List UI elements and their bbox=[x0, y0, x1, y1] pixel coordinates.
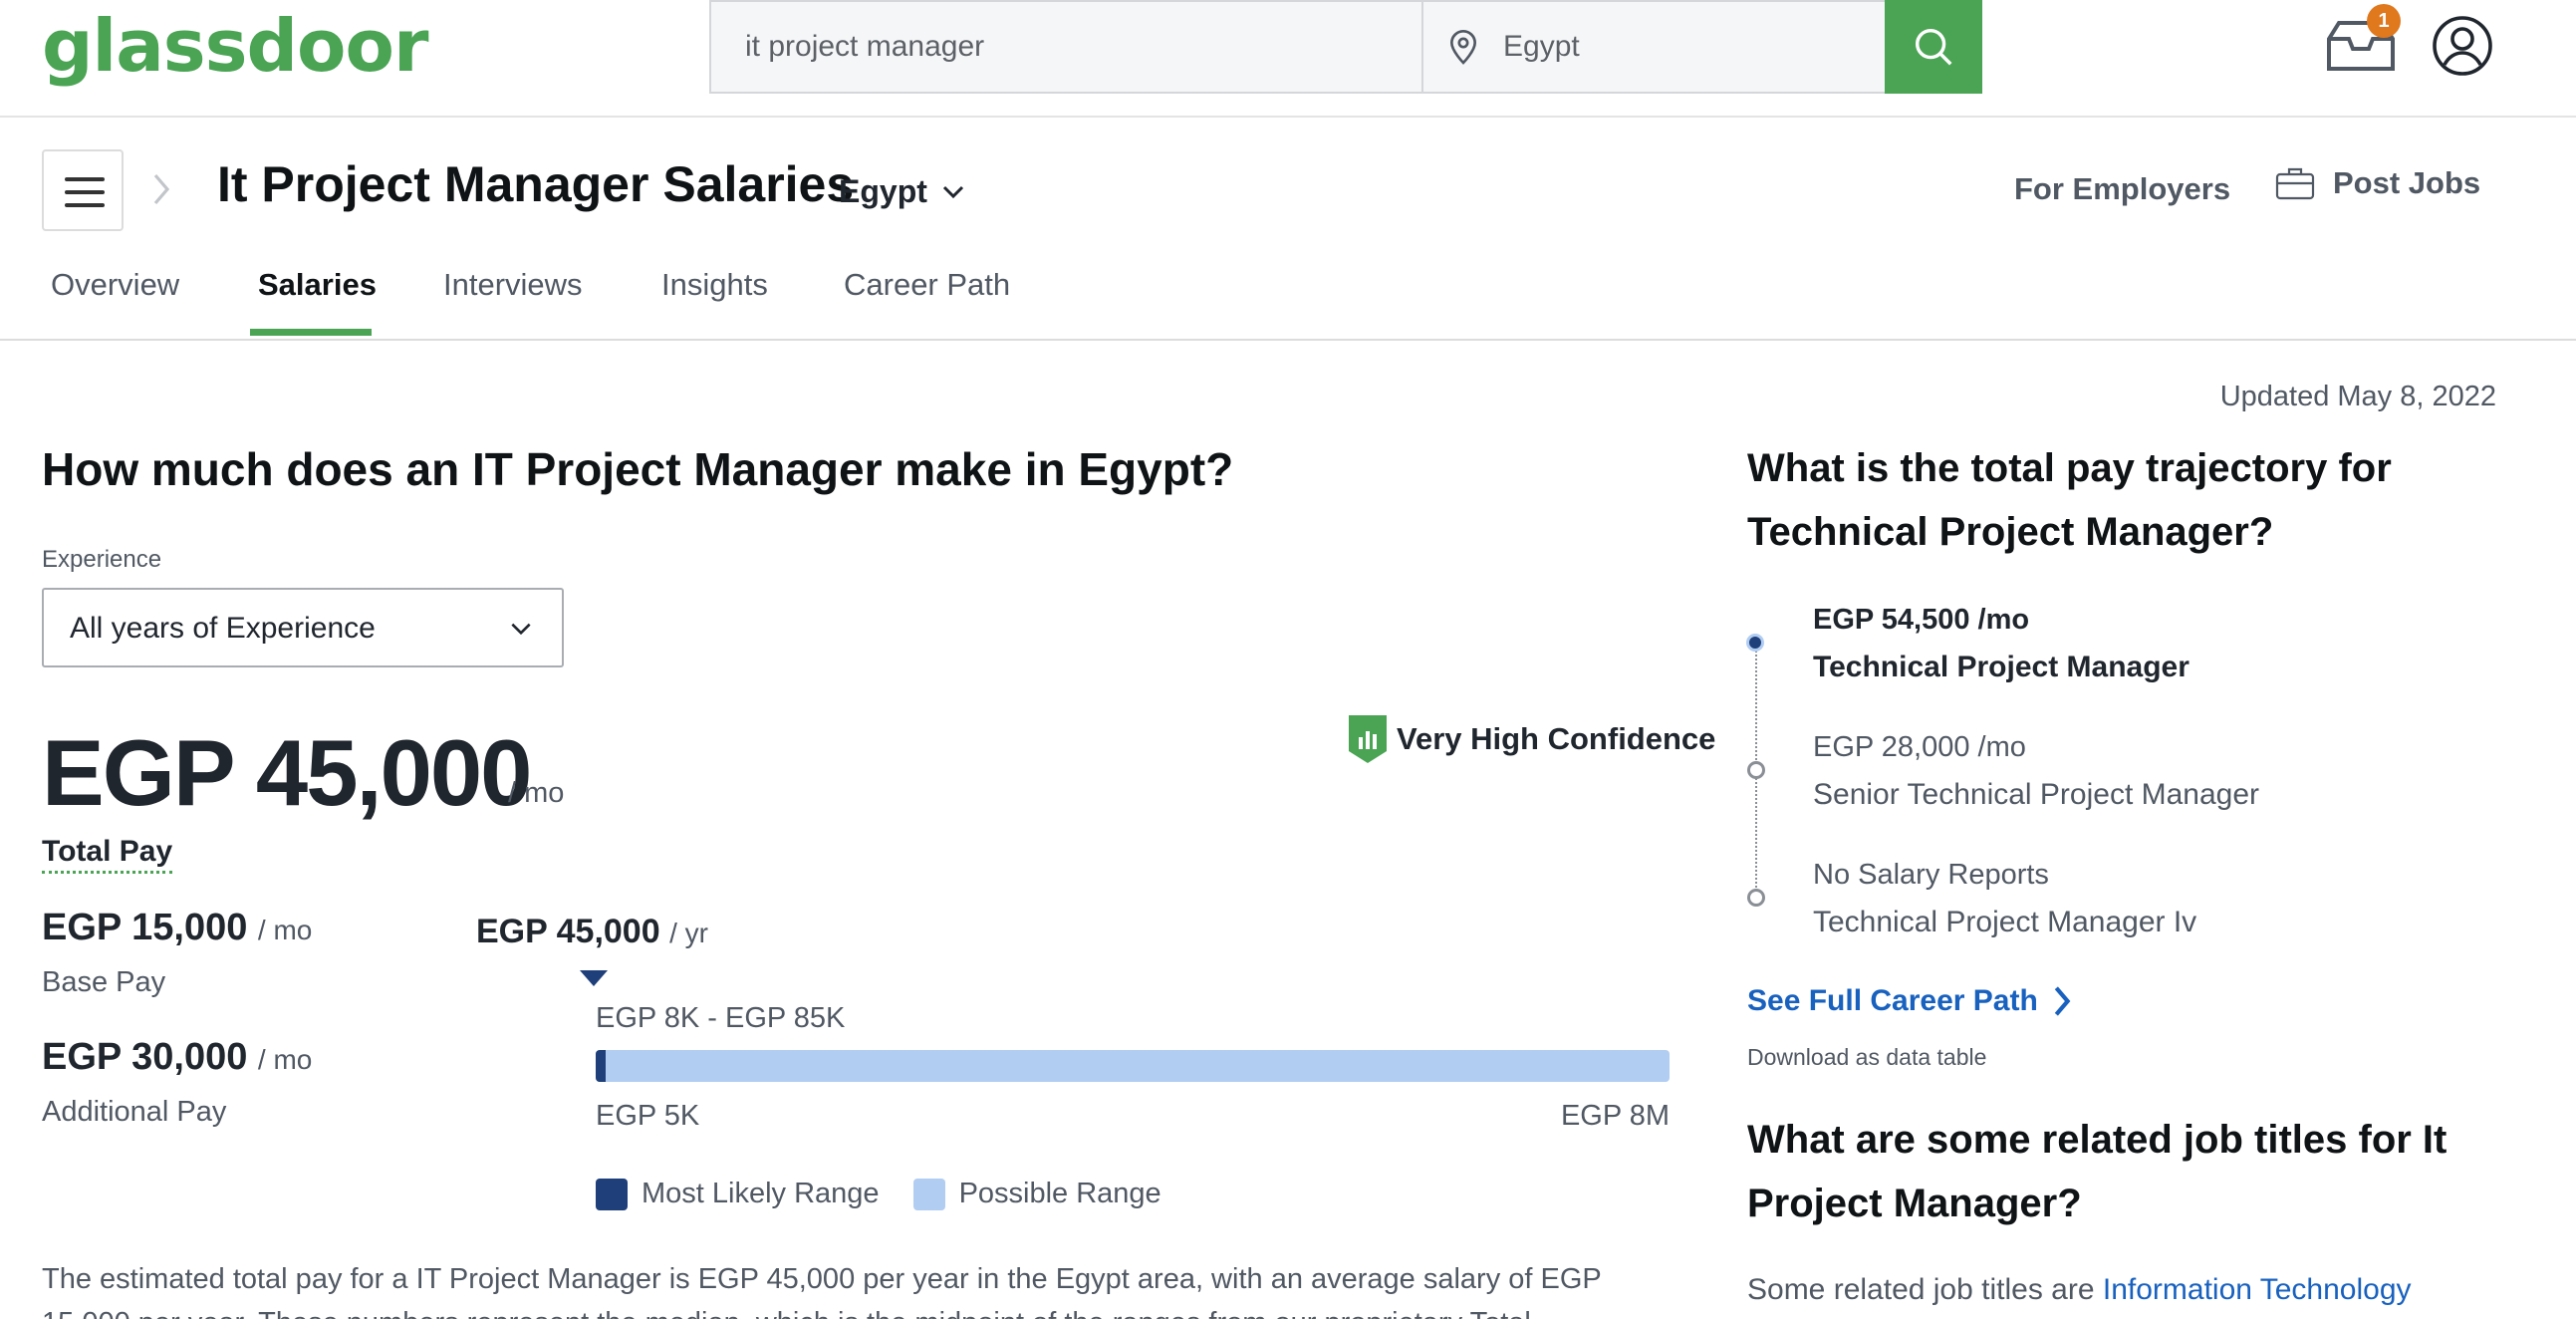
legend-label-most-likely: Most Likely Range bbox=[642, 1178, 880, 1209]
hamburger-menu-button[interactable] bbox=[42, 149, 124, 231]
see-full-career-path-label: See Full Career Path bbox=[1747, 984, 2038, 1017]
trajectory-step-pay: EGP 28,000 /mo bbox=[1813, 731, 2026, 763]
range-legend: Most Likely Range Possible Range bbox=[596, 1178, 1161, 1210]
pay-trajectory-heading: What is the total pay trajectory for Tec… bbox=[1747, 446, 2392, 554]
experience-label: Experience bbox=[42, 546, 162, 573]
likely-range-label: EGP 8K - EGP 85K bbox=[596, 1002, 846, 1034]
additional-pay-value: EGP 30,000 bbox=[42, 1036, 248, 1078]
active-tab-indicator bbox=[250, 329, 372, 336]
median-marker bbox=[580, 970, 608, 986]
tab-overview[interactable]: Overview bbox=[51, 267, 179, 303]
download-data-table-link[interactable]: Download as data table bbox=[1747, 1044, 1986, 1071]
trajectory-dot bbox=[1747, 761, 1765, 779]
median-pay-unit: / yr bbox=[669, 918, 708, 948]
tab-interviews[interactable]: Interviews bbox=[443, 267, 583, 303]
trajectory-dot-current bbox=[1746, 634, 1764, 652]
legend-swatch-possible bbox=[912, 1178, 945, 1210]
top-navigation-bar: glassdoor 1 bbox=[0, 0, 2576, 118]
location-search-input[interactable] bbox=[1503, 2, 1882, 92]
chevron-right-icon bbox=[153, 173, 170, 205]
tab-insights[interactable]: Insights bbox=[661, 267, 768, 303]
trajectory-step-title: Technical Project Manager bbox=[1813, 651, 2190, 683]
chevron-down-icon bbox=[942, 185, 963, 198]
trajectory-dot bbox=[1747, 889, 1765, 907]
confidence-indicator: Very High Confidence bbox=[1347, 713, 1715, 765]
related-titles-heading: What are some related job titles for It … bbox=[1747, 1118, 2447, 1225]
location-search-box[interactable] bbox=[1422, 0, 1897, 94]
additional-pay-unit: / mo bbox=[257, 1044, 313, 1075]
base-pay-unit: / mo bbox=[257, 915, 313, 945]
search-icon bbox=[1915, 28, 1952, 66]
additional-pay-label: Additional Pay bbox=[42, 1096, 227, 1128]
notification-badge: 1 bbox=[2367, 4, 2401, 38]
salary-description: The estimated total pay for a IT Project… bbox=[42, 1263, 1602, 1319]
location-selector-label: Egypt bbox=[839, 173, 927, 209]
range-axis-min: EGP 5K bbox=[596, 1100, 700, 1132]
page-title: It Project Manager Salaries bbox=[217, 156, 855, 212]
keyword-search-input[interactable] bbox=[711, 2, 1421, 92]
chevron-right-icon bbox=[2054, 986, 2071, 1016]
total-pay-label[interactable]: Total Pay bbox=[42, 835, 173, 874]
keyword-search-box[interactable] bbox=[709, 0, 1422, 94]
confidence-shield-icon bbox=[1349, 715, 1387, 763]
confidence-label: Very High Confidence bbox=[1397, 721, 1716, 756]
legend-label-possible: Possible Range bbox=[958, 1178, 1161, 1209]
base-pay-amount: EGP 15,000 / mo bbox=[42, 907, 312, 949]
briefcase-icon bbox=[2275, 167, 2315, 200]
base-pay-value: EGP 15,000 bbox=[42, 907, 248, 948]
for-employers-link[interactable]: For Employers bbox=[2014, 171, 2230, 207]
experience-dropdown-value: All years of Experience bbox=[70, 612, 376, 645]
trajectory-step-title[interactable]: Technical Project Manager Iv bbox=[1813, 906, 2196, 939]
median-pay-value: EGP 45,000 bbox=[476, 913, 660, 950]
experience-dropdown[interactable]: All years of Experience bbox=[42, 588, 564, 667]
see-full-career-path-link[interactable]: See Full Career Path bbox=[1747, 984, 2072, 1018]
trajectory-step-pay: No Salary Reports bbox=[1813, 859, 2049, 891]
salary-question-heading: How much does an IT Project Manager make… bbox=[42, 443, 1234, 495]
legend-swatch-most-likely bbox=[596, 1178, 628, 1210]
post-jobs-label: Post Jobs bbox=[2333, 165, 2481, 200]
additional-pay-amount: EGP 30,000 / mo bbox=[42, 1036, 312, 1079]
possible-range-bar bbox=[596, 1050, 1670, 1082]
tab-salaries[interactable]: Salaries bbox=[258, 267, 377, 303]
location-pin-icon bbox=[1449, 30, 1477, 65]
section-tabs: Overview Salaries Interviews Insights Ca… bbox=[0, 261, 2576, 341]
updated-date: Updated May 8, 2022 bbox=[2219, 381, 2496, 412]
chevron-down-icon bbox=[511, 623, 531, 636]
tab-career-path[interactable]: Career Path bbox=[844, 267, 1010, 303]
search-button[interactable] bbox=[1885, 0, 1982, 94]
user-profile-icon[interactable] bbox=[2431, 14, 2494, 78]
most-likely-range-bar bbox=[596, 1050, 606, 1082]
trajectory-step-title[interactable]: Senior Technical Project Manager bbox=[1813, 778, 2259, 812]
related-titles-text: Some related job titles are Information … bbox=[1747, 1273, 2412, 1307]
trajectory-step-pay: EGP 54,500 /mo bbox=[1813, 604, 2030, 636]
total-pay-unit: / mo bbox=[508, 777, 565, 809]
related-title-link[interactable]: Information Technology bbox=[2103, 1273, 2412, 1306]
median-pay-amount: EGP 45,000 / yr bbox=[476, 913, 708, 951]
related-titles-intro: Some related job titles are bbox=[1747, 1273, 2103, 1306]
location-selector[interactable]: Egypt bbox=[839, 173, 965, 210]
glassdoor-logo[interactable]: glassdoor bbox=[42, 4, 428, 88]
search-bar bbox=[709, 0, 1982, 94]
base-pay-label: Base Pay bbox=[42, 966, 166, 998]
range-axis-max: EGP 8M bbox=[1560, 1100, 1670, 1132]
post-jobs-link[interactable]: Post Jobs bbox=[2275, 165, 2480, 201]
total-pay-amount: EGP 45,000 bbox=[42, 720, 532, 825]
